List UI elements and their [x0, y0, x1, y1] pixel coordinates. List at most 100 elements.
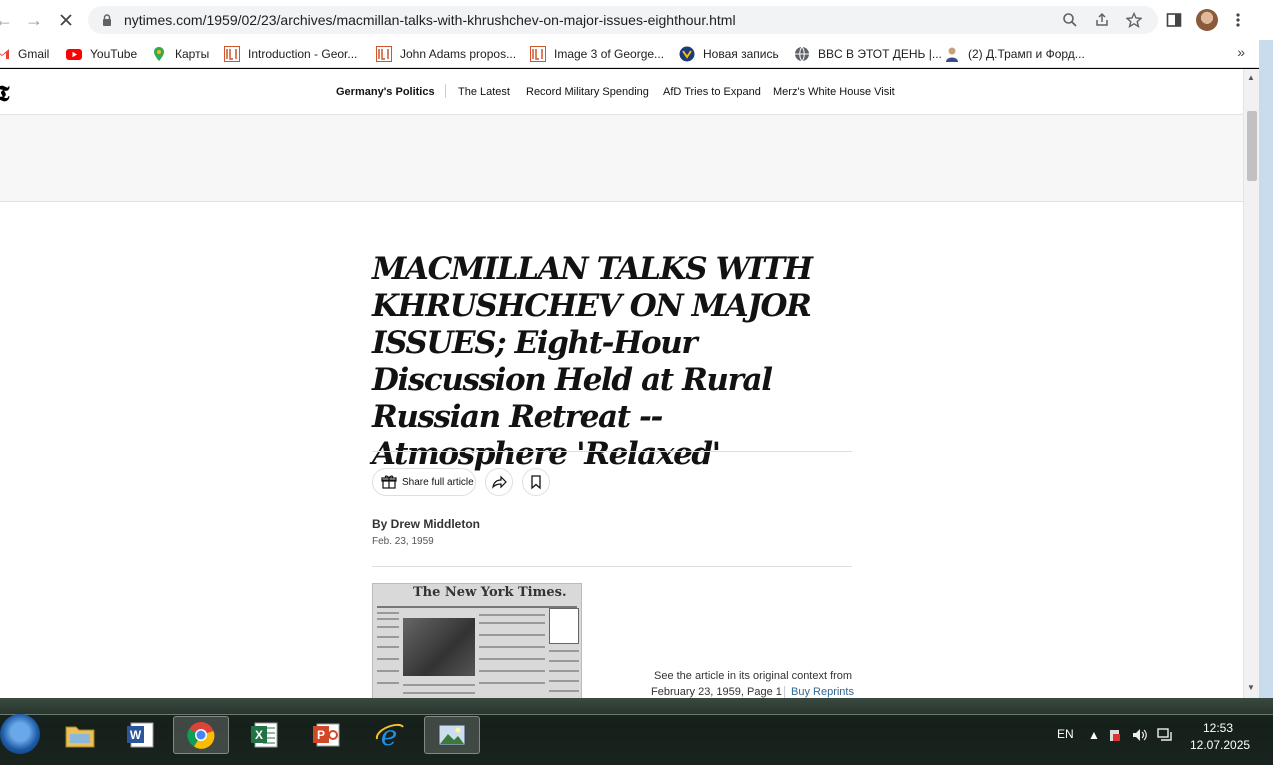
forward-icon[interactable]: → [24, 10, 44, 30]
clock-date[interactable]: 12.07.2025 [1190, 738, 1250, 752]
start-button[interactable] [0, 714, 40, 754]
bookmark-label: John Adams propos... [400, 47, 517, 61]
side-panel-icon[interactable] [1166, 12, 1182, 28]
powerpoint-app[interactable]: P [298, 716, 354, 754]
bookmark-trump[interactable]: (2) Д.Трамп и Форд... [944, 45, 1085, 63]
byline[interactable]: By Drew Middleton [372, 517, 480, 531]
nyt-logo[interactable]: 𝕿 [0, 81, 10, 107]
bookmark-youtube[interactable]: YouTube [66, 45, 137, 63]
page-viewport: 𝕿 Germany's Politics The Latest Record M… [0, 69, 1243, 698]
chrome-icon [187, 722, 215, 749]
more-bookmarks-icon[interactable]: » [1237, 44, 1245, 60]
network-icon[interactable] [1157, 728, 1173, 742]
front-page-text-line [479, 646, 545, 648]
buy-reprints-link[interactable]: Buy Reprints [791, 686, 854, 698]
share-label: Share full article [402, 476, 474, 488]
nav-item-merz[interactable]: Merz's White House Visit [773, 86, 895, 98]
bookmark-label: Новая запись [703, 47, 779, 61]
bookmark-label: YouTube [90, 47, 138, 61]
nav-section-title[interactable]: Germany's Politics [336, 86, 435, 98]
svg-text:X: X [255, 728, 263, 742]
browser-toolbar: ← → nytimes.com/1959/02/23/archives/macm… [0, 0, 1273, 40]
front-page-masthead: The New York Times. [413, 585, 567, 600]
zoom-icon[interactable] [1062, 12, 1078, 28]
maps-icon [154, 47, 164, 61]
lock-icon[interactable] [102, 14, 112, 26]
ie-app[interactable]: e [362, 716, 418, 754]
bookmark-new-post[interactable]: Новая запись [679, 45, 779, 63]
bookmark-star-icon[interactable] [1126, 12, 1142, 28]
bookmark-bbc[interactable]: BBC В ЭТОТ ДЕНЬ |... [794, 45, 942, 63]
front-page-text-line [377, 658, 399, 660]
loc-icon [376, 46, 392, 62]
front-page-text-line [479, 622, 545, 624]
original-context-page: February 23, 1959, Page 1 [651, 686, 782, 698]
gmail-icon [0, 49, 9, 59]
front-page-text-line [377, 618, 399, 620]
nav-divider [445, 84, 446, 98]
word-icon: W [127, 722, 154, 748]
profile-avatar[interactable] [1196, 9, 1218, 31]
ad-placeholder [0, 115, 1243, 202]
word-app[interactable]: W [112, 716, 168, 754]
image-viewer-app[interactable] [424, 716, 480, 754]
share-page-icon[interactable] [1094, 12, 1110, 28]
more-menu-icon[interactable] [1230, 12, 1246, 28]
globe-icon [795, 46, 809, 62]
front-page-text-line [549, 690, 579, 692]
scroll-thumb[interactable] [1247, 111, 1257, 181]
nav-item-military[interactable]: Record Military Spending [526, 86, 649, 98]
clock-time[interactable]: 12:53 [1203, 721, 1233, 735]
front-page-text-line [479, 614, 545, 616]
share-button[interactable] [485, 468, 513, 496]
save-button[interactable] [522, 468, 550, 496]
bookmarks-bar: Gmail YouTube Карты Introduction - Geor.… [0, 40, 1273, 68]
picture-icon [438, 724, 466, 746]
article-headline: MACMILLAN TALKS WITH KHRUSHCHEV ON MAJOR… [372, 251, 813, 472]
front-page-thumbnail[interactable]: The New York Times. [372, 583, 582, 698]
front-page-text-line [377, 646, 399, 648]
show-hidden-icons-icon[interactable]: ▲ [1088, 728, 1100, 742]
front-page-text-line [479, 670, 545, 672]
front-page-text-line [549, 650, 579, 652]
scroll-up-icon[interactable]: ▲ [1247, 73, 1255, 82]
scroll-down-icon[interactable]: ▼ [1247, 683, 1255, 692]
original-context-text: See the article in its original context … [654, 670, 853, 682]
page-scrollbar[interactable]: ▲ ▼ [1243, 69, 1259, 698]
excel-app[interactable]: X [236, 716, 292, 754]
chrome-app[interactable] [173, 716, 229, 754]
share-full-article-button[interactable]: Share full article [372, 468, 476, 496]
back-icon[interactable]: ← [0, 10, 14, 30]
window-border [1259, 40, 1273, 716]
front-page-rule [377, 606, 577, 608]
volume-icon[interactable] [1132, 728, 1148, 742]
bookmark-maps[interactable]: Карты [151, 45, 209, 63]
url-text[interactable]: nytimes.com/1959/02/23/archives/macmilla… [124, 12, 736, 28]
blog-icon [679, 46, 695, 62]
nav-item-afd[interactable]: AfD Tries to Expand [663, 86, 761, 98]
front-page-text-line [549, 680, 579, 682]
front-page-text-line [549, 660, 579, 662]
address-bar[interactable]: nytimes.com/1959/02/23/archives/macmilla… [88, 6, 1158, 34]
explorer-app[interactable] [52, 716, 108, 754]
share-arrow-icon [492, 475, 507, 489]
divider [372, 451, 852, 452]
bookmark-image-3[interactable]: Image 3 of George... [530, 45, 664, 63]
bookmark-icon [531, 475, 541, 490]
divider [372, 566, 852, 567]
stop-loading-icon[interactable] [56, 10, 76, 30]
nyt-header: 𝕿 Germany's Politics The Latest Record M… [0, 69, 1243, 115]
powerpoint-icon: P [313, 723, 340, 747]
language-indicator[interactable]: EN [1057, 727, 1074, 741]
power-flag-icon[interactable] [1108, 728, 1122, 742]
bookmark-john-adams[interactable]: John Adams propos... [376, 45, 516, 63]
svg-text:e: e [381, 719, 398, 751]
bookmark-label: BBC В ЭТОТ ДЕНЬ |... [818, 47, 942, 61]
bookmark-label: Карты [175, 47, 210, 61]
youtube-icon [66, 49, 82, 60]
front-page-text-line [377, 670, 399, 672]
bookmark-gmail[interactable]: Gmail [0, 45, 49, 63]
article-highlight [549, 608, 579, 644]
nav-item-latest[interactable]: The Latest [458, 86, 510, 98]
bookmark-introduction[interactable]: Introduction - Geor... [224, 45, 357, 63]
